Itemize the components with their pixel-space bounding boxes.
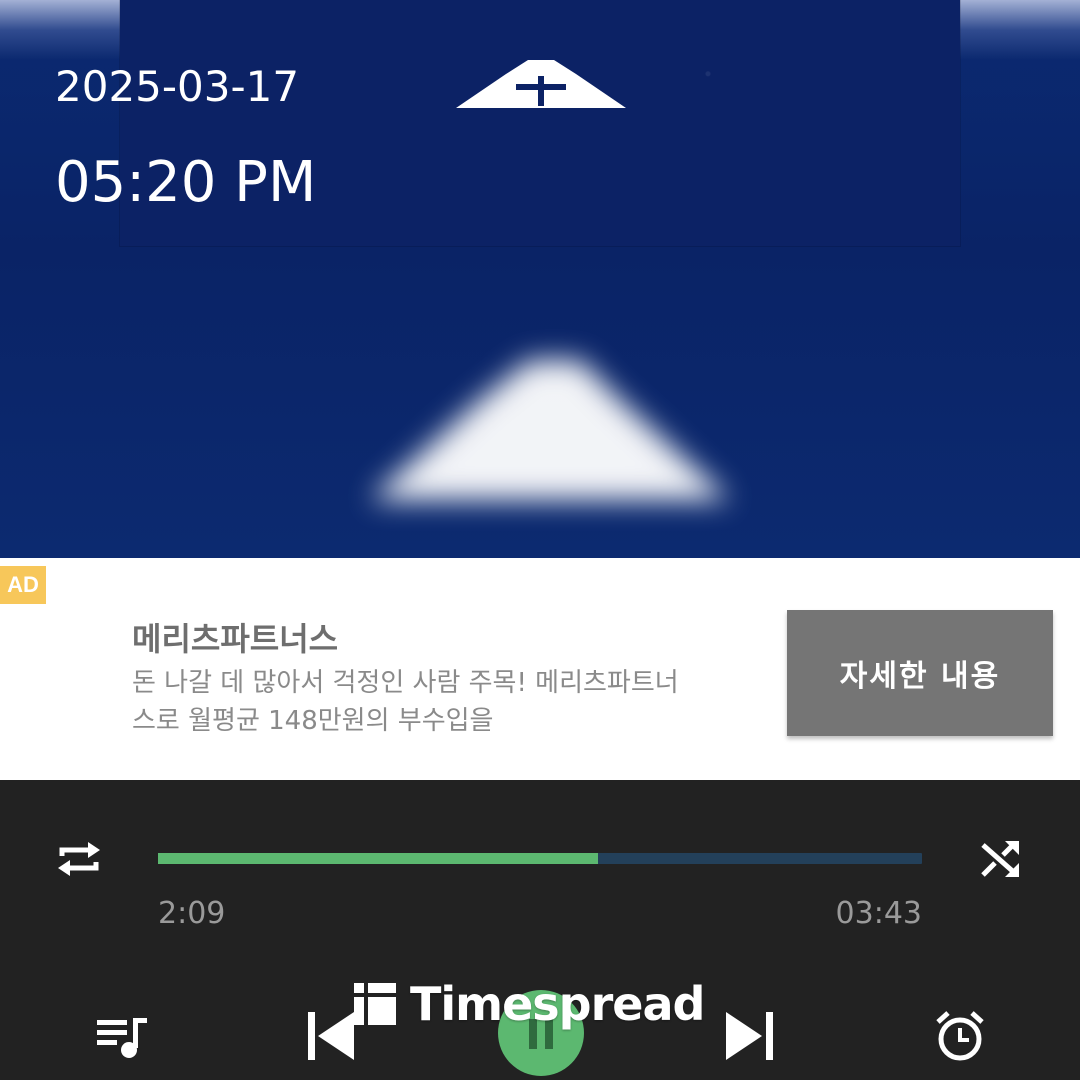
playlist-icon bbox=[97, 1018, 147, 1058]
alarm-clock-icon bbox=[936, 1011, 984, 1061]
progress-bar[interactable] bbox=[158, 853, 922, 864]
blurred-logo-reflection bbox=[370, 360, 730, 500]
skip-next-icon bbox=[726, 1012, 773, 1060]
ad-banner[interactable]: AD 메리츠파트너스 돈 나갈 데 많아서 걱정인 사람 주목! 메리츠파트너스… bbox=[0, 558, 1080, 780]
overlay-date: 2025-03-17 bbox=[55, 62, 300, 111]
previous-button[interactable] bbox=[300, 1006, 360, 1066]
skip-previous-icon bbox=[308, 1012, 354, 1060]
total-time: 03:43 bbox=[835, 896, 922, 931]
ad-body[interactable]: 돈 나갈 데 많아서 걱정인 사람 주목! 메리츠파트너스로 월평균 148만원… bbox=[132, 664, 692, 740]
sleep-timer-button[interactable] bbox=[930, 1006, 990, 1066]
repeat-button[interactable] bbox=[52, 832, 106, 886]
ad-details-button[interactable]: 자세한 내용 bbox=[787, 610, 1053, 736]
elapsed-time: 2:09 bbox=[158, 896, 226, 931]
ad-badge: AD bbox=[0, 566, 46, 604]
mountain-logo-icon bbox=[456, 60, 626, 108]
shuffle-icon bbox=[981, 841, 1019, 877]
repeat-icon bbox=[58, 842, 100, 876]
next-button[interactable] bbox=[720, 1006, 780, 1066]
progress-fill bbox=[158, 853, 599, 864]
player-controls: 2:09 03:43 Timespread bbox=[0, 780, 1080, 1080]
ad-title[interactable]: 메리츠파트너스 bbox=[132, 614, 338, 660]
overlay-time: 05:20 PM bbox=[55, 150, 317, 215]
timespread-watermark: Timespread bbox=[354, 976, 705, 1032]
album-art-area: 2025-03-17 05:20 PM bbox=[0, 0, 1080, 558]
playlist-button[interactable] bbox=[94, 1016, 150, 1060]
timespread-logo-icon bbox=[354, 983, 396, 1025]
watermark-text: Timespread bbox=[410, 977, 705, 1031]
shuffle-button[interactable] bbox=[976, 834, 1026, 884]
